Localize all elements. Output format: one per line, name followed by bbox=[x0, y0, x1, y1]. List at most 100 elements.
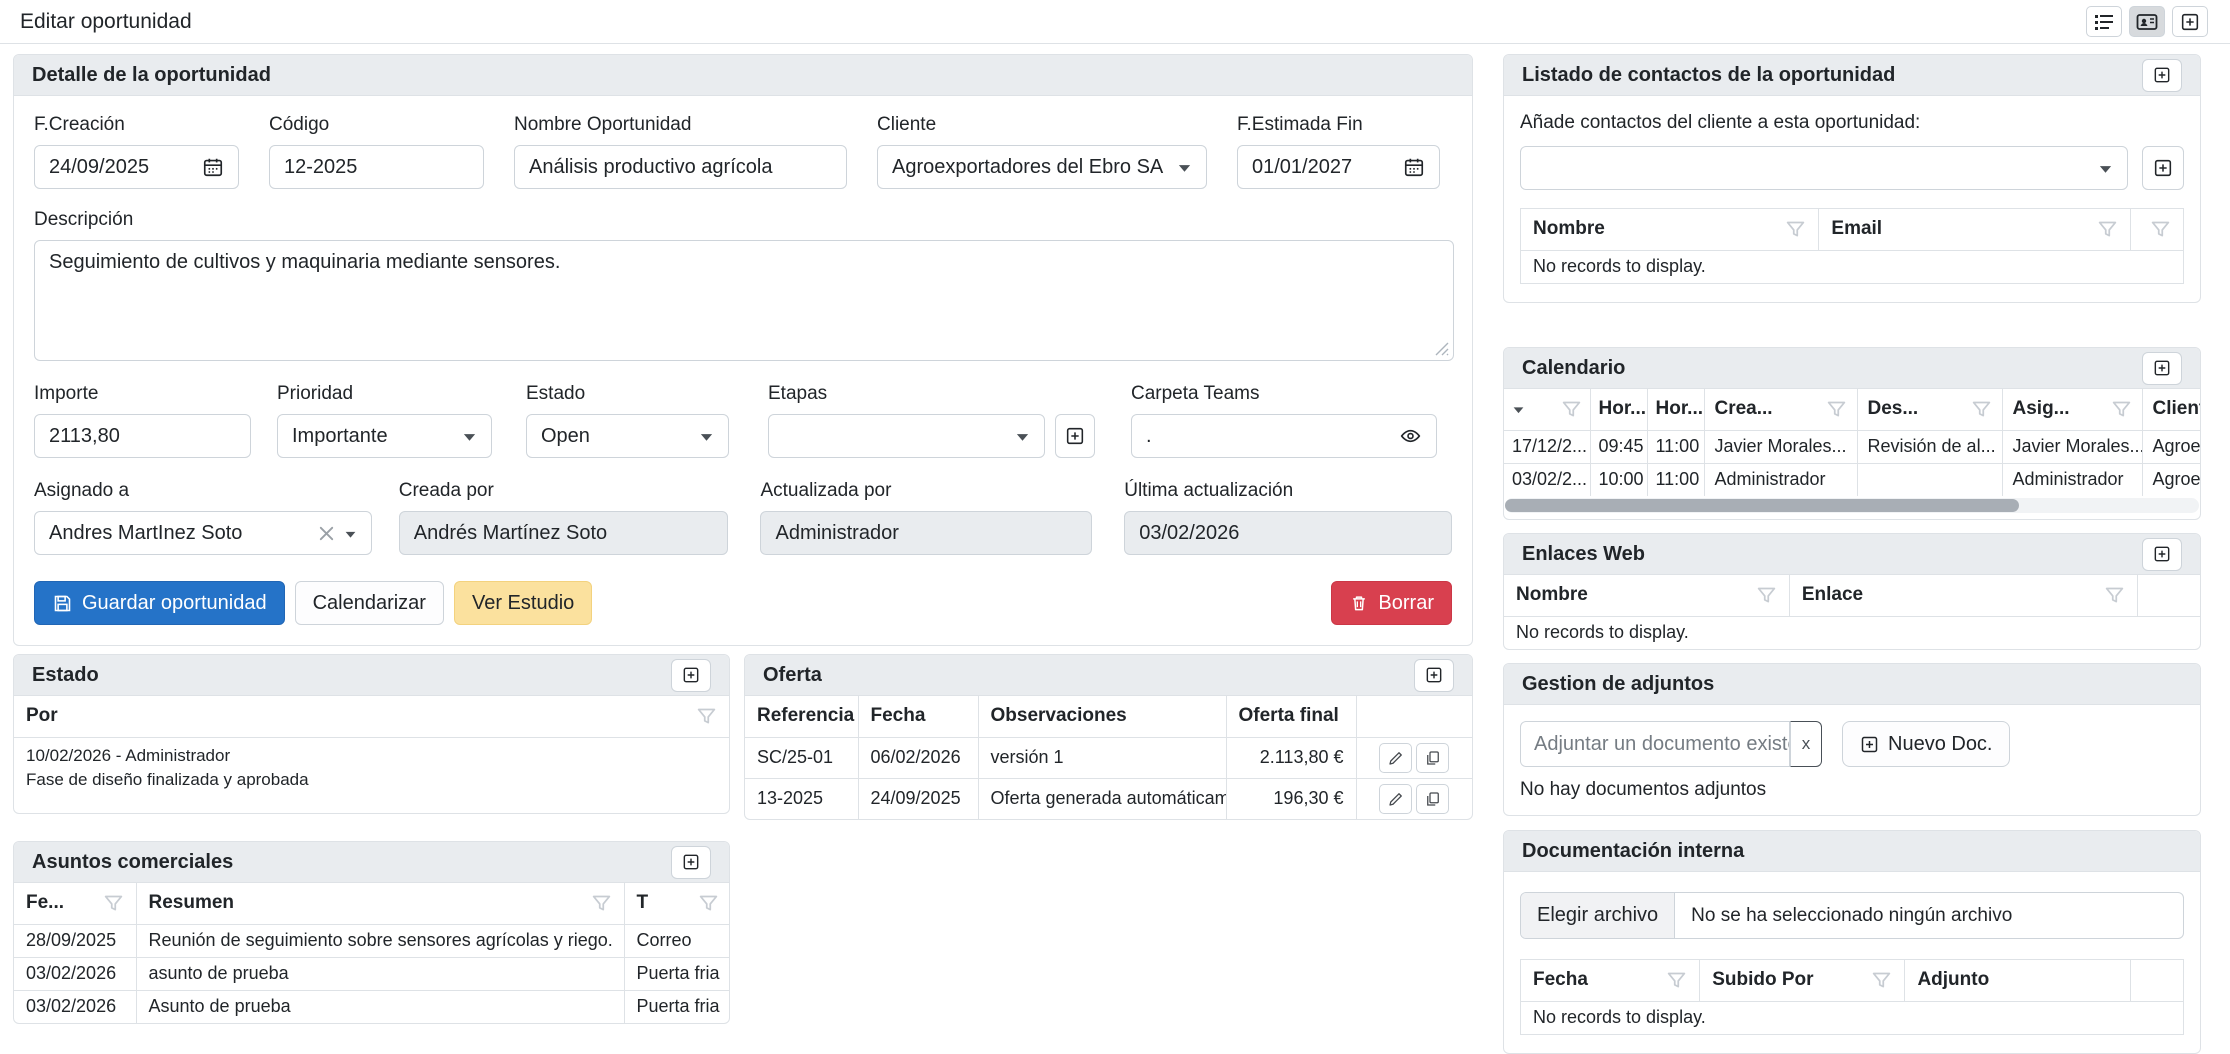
enlaces-col-nombre[interactable]: Nombre bbox=[1504, 575, 1789, 616]
eye-icon[interactable] bbox=[1399, 425, 1422, 447]
filter-icon[interactable] bbox=[2097, 219, 2118, 240]
filter-icon[interactable] bbox=[1971, 399, 1992, 420]
add-window-button[interactable] bbox=[2172, 6, 2208, 37]
enlaces-col-enlace[interactable]: Enlace bbox=[1789, 575, 2137, 616]
descripcion-textarea[interactable]: Seguimiento de cultivos y maquinaria med… bbox=[34, 240, 1454, 361]
f-estimada-input[interactable]: 01/01/2027 bbox=[1237, 145, 1440, 189]
filter-icon[interactable] bbox=[1666, 970, 1687, 991]
doc-col-fecha[interactable]: Fecha bbox=[1521, 960, 1700, 1001]
nombre-input[interactable]: Análisis productivo agrícola bbox=[514, 145, 847, 189]
filter-icon[interactable] bbox=[1561, 399, 1582, 420]
filter-icon[interactable] bbox=[591, 893, 612, 914]
filter-icon[interactable] bbox=[2150, 219, 2171, 240]
clear-icon[interactable] bbox=[317, 524, 336, 543]
importe-input[interactable]: 2113,80 bbox=[34, 414, 251, 458]
add-oferta-button[interactable] bbox=[1414, 659, 1454, 692]
doc-col-adjunto[interactable]: Adjunto bbox=[1905, 960, 2130, 1001]
add-evento-button[interactable] bbox=[2142, 352, 2182, 385]
estado-select[interactable]: Open bbox=[526, 414, 729, 458]
calendario-col-descripcion[interactable]: Des... bbox=[1857, 389, 2002, 430]
codigo-input[interactable]: 12-2025 bbox=[269, 145, 484, 189]
oferta-col-observaciones[interactable]: Observaciones bbox=[978, 696, 1226, 737]
estado-col-por[interactable]: Por bbox=[14, 696, 729, 737]
filter-icon[interactable] bbox=[2104, 585, 2125, 606]
ver-estudio-button[interactable]: Ver Estudio bbox=[454, 581, 592, 625]
contactos-col-actions[interactable] bbox=[2130, 209, 2183, 250]
oferta-observaciones: Oferta generada automáticame... bbox=[978, 778, 1226, 819]
oferta-col-fecha[interactable]: Fecha bbox=[858, 696, 978, 737]
copy-oferta-button[interactable] bbox=[1416, 743, 1449, 773]
oferta-col-oferta-final[interactable]: Oferta final bbox=[1226, 696, 1356, 737]
etapas-select[interactable] bbox=[768, 414, 1045, 458]
add-enlace-button[interactable] bbox=[2142, 538, 2182, 571]
add-contacto-header-button[interactable] bbox=[2142, 59, 2182, 92]
contactos-col-nombre[interactable]: Nombre bbox=[1521, 209, 1819, 250]
panel-adjuntos-header: Gestion de adjuntos bbox=[1504, 664, 2200, 705]
guardar-oportunidad-button[interactable]: Guardar oportunidad bbox=[34, 581, 285, 625]
asuntos-col-fecha[interactable]: Fe... bbox=[14, 883, 136, 924]
list-view-button[interactable] bbox=[2086, 6, 2122, 37]
estado-row[interactable]: 10/02/2026 - Administrador Fase de diseñ… bbox=[14, 737, 729, 799]
f-creacion-input[interactable]: 24/09/2025 bbox=[34, 145, 239, 189]
scrollbar-thumb[interactable] bbox=[1505, 499, 2019, 512]
add-asunto-button[interactable] bbox=[671, 846, 711, 879]
calendar-icon[interactable] bbox=[202, 156, 224, 178]
prioridad-select[interactable]: Importante bbox=[277, 414, 492, 458]
edit-oferta-button[interactable] bbox=[1379, 743, 1412, 773]
calendario-col-asignado[interactable]: Asig... bbox=[2002, 389, 2142, 430]
filter-icon[interactable] bbox=[698, 893, 719, 914]
calendario-col-cliente[interactable]: Cliente/ bbox=[2142, 389, 2200, 430]
asuntos-col-resumen[interactable]: Resumen bbox=[136, 883, 624, 924]
asunto-fecha: 03/02/2026 bbox=[14, 990, 136, 1023]
filter-icon[interactable] bbox=[103, 893, 124, 914]
oferta-col-referencia[interactable]: Referencia bbox=[745, 696, 858, 737]
plus-square-icon bbox=[2152, 157, 2174, 179]
asuntos-col-t[interactable]: T bbox=[624, 883, 730, 924]
clear-attachment-button[interactable]: x bbox=[1790, 721, 1822, 767]
asignado-select[interactable]: Andres MartInez Soto bbox=[34, 511, 372, 555]
add-estado-button[interactable] bbox=[671, 659, 711, 692]
contactos-col-email[interactable]: Email bbox=[1819, 209, 2130, 250]
calendario-col-hora-inicio[interactable]: Hor... bbox=[1590, 389, 1647, 430]
calendario-col-cliente-label: Cliente/ bbox=[2153, 398, 2201, 419]
filter-icon[interactable] bbox=[696, 706, 717, 727]
edit-oferta-button[interactable] bbox=[1379, 784, 1412, 814]
filter-icon[interactable] bbox=[1756, 585, 1777, 606]
panel-adjuntos-title: Gestion de adjuntos bbox=[1522, 673, 1714, 696]
table-row[interactable]: SC/25-01 06/02/2026 versión 1 2.113,80 € bbox=[745, 737, 1472, 778]
creada-por-label: Creada por bbox=[399, 480, 729, 502]
attach-document-input[interactable]: Adjuntar un documento existente bbox=[1520, 721, 1790, 767]
carpeta-teams-input[interactable]: . bbox=[1131, 414, 1437, 458]
filter-icon[interactable] bbox=[1871, 970, 1892, 991]
elegir-archivo-button[interactable]: Elegir archivo bbox=[1521, 893, 1675, 938]
calendario-col-hora-fin[interactable]: Hor... bbox=[1647, 389, 1704, 430]
resize-grip-icon[interactable] bbox=[1434, 341, 1450, 357]
contact-card-button[interactable] bbox=[2129, 6, 2165, 37]
calendar-icon[interactable] bbox=[1403, 156, 1425, 178]
table-row[interactable]: 03/02/2... 10:00 11:00 Administrador Adm… bbox=[1504, 463, 2200, 496]
table-row[interactable]: 13-2025 24/09/2025 Oferta generada autom… bbox=[745, 778, 1472, 819]
calendario-col-creado[interactable]: Crea... bbox=[1704, 389, 1857, 430]
filter-icon[interactable] bbox=[1785, 219, 1806, 240]
doc-col-subido-por[interactable]: Subido Por bbox=[1700, 960, 1905, 1001]
contact-select[interactable] bbox=[1520, 146, 2128, 190]
oferta-fecha: 24/09/2025 bbox=[858, 778, 978, 819]
table-row[interactable]: 03/02/2026 asunto de prueba Puerta fria bbox=[14, 957, 730, 990]
borrar-button[interactable]: Borrar bbox=[1331, 581, 1452, 625]
field-nombre-oportunidad: Nombre Oportunidad Análisis productivo a… bbox=[514, 114, 847, 189]
filter-icon[interactable] bbox=[2111, 399, 2132, 420]
panel-enlaces-title: Enlaces Web bbox=[1522, 543, 1645, 566]
copy-oferta-button[interactable] bbox=[1416, 784, 1449, 814]
filter-icon[interactable] bbox=[1826, 399, 1847, 420]
cliente-select[interactable]: Agroexportadores del Ebro SA bbox=[877, 145, 1207, 189]
horizontal-scrollbar[interactable] bbox=[1505, 498, 2199, 513]
table-row[interactable]: 03/02/2026 Asunto de prueba Puerta fria bbox=[14, 990, 730, 1023]
nuevo-doc-button[interactable]: Nuevo Doc. bbox=[1842, 721, 2010, 767]
table-row[interactable]: 17/12/2... 09:45 11:00 Javier Morales...… bbox=[1504, 430, 2200, 463]
table-row[interactable]: 28/09/2025 Reunión de seguimiento sobre … bbox=[14, 924, 730, 957]
file-chooser[interactable]: Elegir archivo No se ha seleccionado nin… bbox=[1520, 892, 2184, 939]
add-contact-button[interactable] bbox=[2142, 146, 2184, 190]
add-etapa-button[interactable] bbox=[1055, 414, 1095, 458]
calendario-col-fecha[interactable] bbox=[1504, 389, 1590, 430]
calendarizar-button[interactable]: Calendarizar bbox=[295, 581, 444, 625]
